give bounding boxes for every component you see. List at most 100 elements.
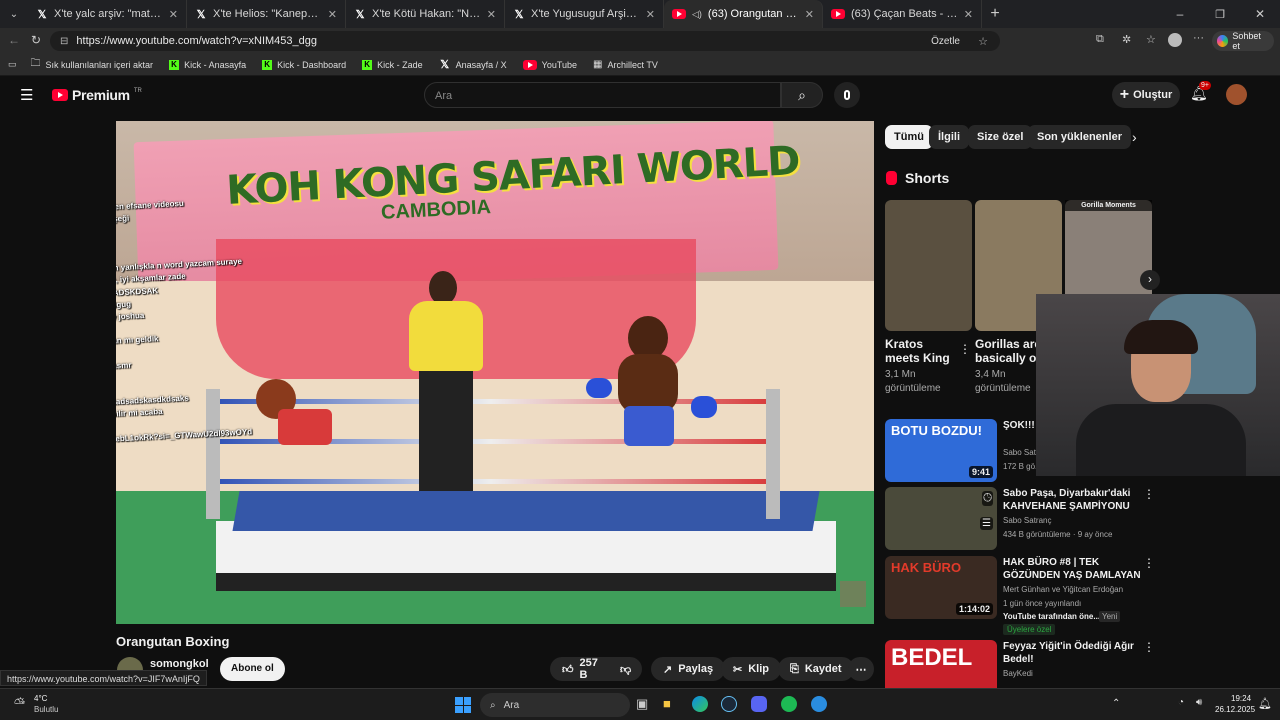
filter-chip[interactable]: Son yüklenenler <box>1028 125 1131 149</box>
sidebar-toggle-icon[interactable]: ▭ <box>8 59 17 70</box>
filter-chip[interactable]: İlgili <box>929 125 969 149</box>
recommendation-item[interactable]: 🕒︎ ☰ Sabo Paşa, Diyarbakır'daki KAHVEHANE … <box>885 487 1165 551</box>
search-icon: ⌕ <box>490 699 496 711</box>
tray-chevron-icon[interactable]: ⌃ <box>1112 698 1120 709</box>
short-card[interactable]: Kratos meets King Midas... 3,1 Mn görüntü… <box>885 200 972 396</box>
tab-3[interactable]: 𝕏 X'te Yugusuguf Arşiv: "donald trum ✕ <box>505 0 664 28</box>
create-button[interactable]: + Oluştur <box>1112 82 1180 108</box>
youtube-premium-logo[interactable]: Premium TR <box>52 87 142 103</box>
tab-4[interactable]: ◁) (63) Orangutan Boxing - YouT ✕ <box>664 0 823 28</box>
new-tab-button[interactable]: + <box>982 5 1008 23</box>
tab-actions-icon[interactable]: ⌄ <box>0 0 28 28</box>
filter-chip[interactable]: Tümü <box>885 125 933 149</box>
youtube-logo-icon <box>52 89 68 101</box>
recommendation-item[interactable]: HAK BÜRO 1:14:02 HAK BÜRO #8 | TEK GÖZÜNDE… <box>885 556 1165 635</box>
recommendation-thumbnail: 🕒︎ ☰ <box>885 487 997 550</box>
clock-time[interactable]: 19:24 <box>1231 694 1251 703</box>
recommendation-more-icon[interactable]: ⋮ <box>1143 640 1155 654</box>
weather-icon[interactable]: ⛅︎ <box>14 695 25 712</box>
url-field[interactable]: ⊟ https://www.youtube.com/watch?v=xNIM45… <box>50 31 1000 51</box>
short-thumb-label: Gorilla Moments <box>1065 200 1152 211</box>
summarize-label[interactable]: Özetle <box>931 36 960 47</box>
bookmark-icon: ⎘ <box>790 662 799 675</box>
search-input[interactable]: Ara <box>424 82 781 108</box>
tab-close-icon[interactable]: ✕ <box>805 8 814 21</box>
account-avatar[interactable] <box>1226 84 1247 105</box>
watch-later-icon[interactable]: 🕒︎ <box>982 491 993 506</box>
like-button[interactable]: 👍︎ 257 B <box>550 657 612 681</box>
dislike-button[interactable]: 👎︎ <box>612 657 642 681</box>
more-menu-icon[interactable]: ··· <box>1193 32 1204 44</box>
tab-close-icon[interactable]: ✕ <box>964 8 973 21</box>
clock-date[interactable]: 26.12.2025 <box>1215 705 1255 714</box>
more-actions-button[interactable]: ⋯ <box>848 657 874 681</box>
maximize-button[interactable]: ❐ <box>1200 8 1240 21</box>
bookmark-6[interactable]: ▦ Archillect TV <box>593 59 658 70</box>
tab-label: X'te Helios: "Kanepede sızıp kalınca <box>213 8 322 20</box>
back-icon[interactable]: ← <box>8 33 20 47</box>
start-button[interactable] <box>455 697 471 713</box>
minimize-button[interactable]: – <box>1160 7 1200 21</box>
hamburger-menu-icon[interactable]: ☰ <box>20 86 33 104</box>
copilot-chat-button[interactable]: Sohbet et <box>1212 31 1274 51</box>
browser-tab-strip: ⌄ 𝕏 X'te yalc arşiv: "matrix - neden bay ✕… <box>0 0 1280 28</box>
tab-close-icon[interactable]: ✕ <box>487 8 496 21</box>
collections-icon[interactable]: ☆ <box>1146 33 1156 46</box>
video-player[interactable]: KOH KONG SAFARI WORLD CAMBODIA ReddoSpec… <box>116 121 874 624</box>
favorites-icon[interactable]: ✲ <box>1122 33 1131 46</box>
discord-icon[interactable] <box>751 696 767 712</box>
bookmark-4[interactable]: 𝕏 Anasayfa / X <box>439 59 506 71</box>
notifications-button[interactable]: 🔔︎ 9+ <box>1190 81 1211 102</box>
channel-name[interactable]: somongkol <box>150 658 209 670</box>
notification-center-icon[interactable]: 🔔︎ <box>1258 697 1272 710</box>
video-watermark <box>840 581 866 607</box>
tab-1[interactable]: 𝕏 X'te Helios: "Kanepede sızıp kalınca ✕ <box>187 0 346 28</box>
subscribe-button[interactable]: Abone ol <box>220 657 285 681</box>
recommendation-channel: Sabo Satranç <box>1003 516 1052 525</box>
bookmark-0[interactable]: 🗀 Sık kullanılanları içeri aktar <box>31 56 154 73</box>
taskbar-search[interactable]: ⌕ Ara <box>480 693 630 717</box>
bookmark-1[interactable]: K Kick - Anasayfa <box>169 59 246 70</box>
tab-close-icon[interactable]: ✕ <box>646 8 655 21</box>
bookmark-3[interactable]: K Kick - Zade <box>362 59 423 70</box>
refresh-icon[interactable]: ↻ <box>31 33 41 47</box>
site-info-icon[interactable]: ⊟ <box>60 36 68 47</box>
tab-close-icon[interactable]: ✕ <box>328 8 337 21</box>
weather-temp: 4°C <box>34 694 48 703</box>
shorts-next-button[interactable]: › <box>1140 270 1160 290</box>
tab-2[interactable]: 𝕏 X'te Kötü Hakan: "Nobel verilmeli ✕ <box>346 0 505 28</box>
profile-avatar[interactable] <box>1168 33 1182 47</box>
add-to-queue-icon[interactable]: ☰ <box>980 517 993 530</box>
spotify-icon[interactable] <box>781 696 797 712</box>
tab-close-icon[interactable]: ✕ <box>169 8 178 21</box>
recommendation-more-icon[interactable]: ⋮ <box>1143 487 1155 501</box>
filter-chip[interactable]: Size özel <box>968 125 1033 149</box>
tray-volume-icon[interactable]: 🔊︎ <box>1196 697 1202 708</box>
thumbnail-text: BEDEL <box>891 644 973 671</box>
tab-0[interactable]: 𝕏 X'te yalc arşiv: "matrix - neden bay ✕ <box>28 0 187 28</box>
recommendation-more-icon[interactable]: ⋮ <box>1143 556 1155 570</box>
search-button[interactable]: ⌕ <box>781 82 823 108</box>
tab-5[interactable]: (63) Çaçan Beats - Lucifer | Official ✕ <box>823 0 982 28</box>
x-logo-icon: 𝕏 <box>355 8 365 21</box>
save-button[interactable]: ⎘ Kaydet <box>778 657 854 681</box>
voice-search-button[interactable] <box>834 82 860 108</box>
extensions-icon[interactable]: ⧉ <box>1096 33 1104 46</box>
favorite-star-icon[interactable]: ☆ <box>978 35 988 48</box>
recommendation-title: Feyyaz Yiğit'in Ödediği Ağır Bedel! <box>1003 641 1134 665</box>
share-button[interactable]: ↗ Paylaş <box>651 657 726 681</box>
chips-next-icon[interactable]: › <box>1132 129 1137 145</box>
close-window-button[interactable]: ✕ <box>1240 7 1280 21</box>
task-view-icon[interactable]: ▣ <box>636 696 648 712</box>
steam-icon[interactable] <box>721 696 737 712</box>
bookmark-2[interactable]: K Kick - Dashboard <box>262 59 346 70</box>
edge-icon[interactable] <box>692 696 708 712</box>
x-logo-icon: 𝕏 <box>514 8 524 21</box>
audio-playing-icon[interactable]: ◁) <box>692 9 702 20</box>
short-more-icon[interactable]: ⋮ <box>959 342 971 356</box>
clip-button[interactable]: ✂ Klip <box>721 657 781 681</box>
tray-wifi-icon[interactable]: ◔ <box>1178 697 1184 708</box>
file-explorer-icon[interactable]: ■ <box>663 696 671 711</box>
vpn-icon[interactable] <box>811 696 827 712</box>
bookmark-5[interactable]: YouTube <box>522 59 577 70</box>
